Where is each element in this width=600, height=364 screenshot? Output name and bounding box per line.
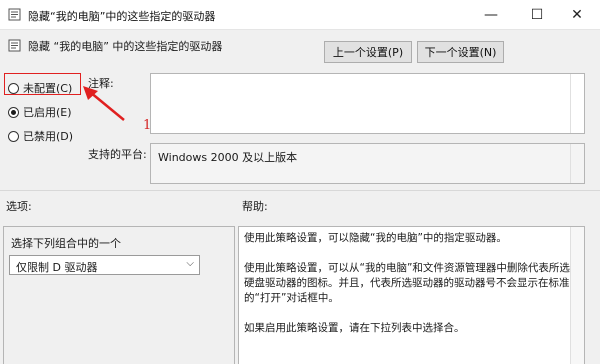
drive-combination-label: 选择下列组合中的一个 [11,237,121,250]
minimize-icon: — [484,7,498,23]
comment-label: 注释: [88,77,114,90]
chevron-down-icon: ⌵ [186,258,194,269]
supported-platform-label: 支持的平台: [88,148,147,161]
supported-platform-field: Windows 2000 及以上版本 [150,143,585,184]
radio-disabled-label: 已禁用(D) [23,130,74,143]
help-paragraph: 如果启用此策略设置，请在下拉列表中选择合。 [244,322,465,334]
radio-disabled[interactable]: 已禁用(D) [8,128,73,144]
window-title: 隐藏“我的电脑”中的这些指定的驱动器 [28,10,216,23]
maximize-icon: ☐ [530,7,544,23]
supported-platform-value: Windows 2000 及以上版本 [158,151,298,164]
radio-enabled[interactable]: 已启用(E) [8,104,72,120]
comment-scrollbar[interactable] [570,74,584,133]
drive-restriction-value: 仅限制 D 驱动器 [16,261,98,274]
title-bar: 隐藏“我的电脑”中的这些指定的驱动器 — ☐ ✕ [0,0,600,30]
close-button[interactable]: ✕ [554,0,600,30]
platform-scrollbar[interactable] [570,144,584,183]
minimize-button[interactable]: — [468,0,514,30]
close-icon: ✕ [571,7,583,23]
radio-disabled-circle[interactable] [8,130,19,142]
next-setting-button[interactable]: 下一个设置(N) [417,41,504,63]
radio-enabled-circle[interactable] [8,106,19,118]
radio-enabled-label: 已启用(E) [23,106,72,119]
help-paragraph: 使用此策略设置，可以从“我的电脑”和文件资源管理器中删除代表所选硬盘驱动器的图标… [244,262,570,304]
previous-setting-button[interactable]: 上一个设置(P) [324,41,412,63]
setting-title: 隐藏 “我的电脑” 中的这些指定的驱动器 [28,40,223,53]
policy-icon [8,8,21,21]
annotation-highlight-box [4,73,81,95]
help-paragraph: 使用此策略设置，可以隐藏“我的电脑”中的指定驱动器。 [244,232,507,244]
policy-document-icon [8,39,21,52]
options-label: 选项: [6,200,32,213]
section-divider [0,190,600,191]
help-label: 帮助: [242,200,268,213]
comment-textarea[interactable] [150,73,585,134]
help-scrollbar[interactable] [570,227,584,364]
options-pane: 选择下列组合中的一个 仅限制 D 驱动器 ⌵ [3,226,235,364]
help-pane: 使用此策略设置，可以隐藏“我的电脑”中的指定驱动器。 使用此策略设置，可以从“我… [238,226,585,364]
drive-restriction-select[interactable]: 仅限制 D 驱动器 ⌵ [9,255,200,275]
